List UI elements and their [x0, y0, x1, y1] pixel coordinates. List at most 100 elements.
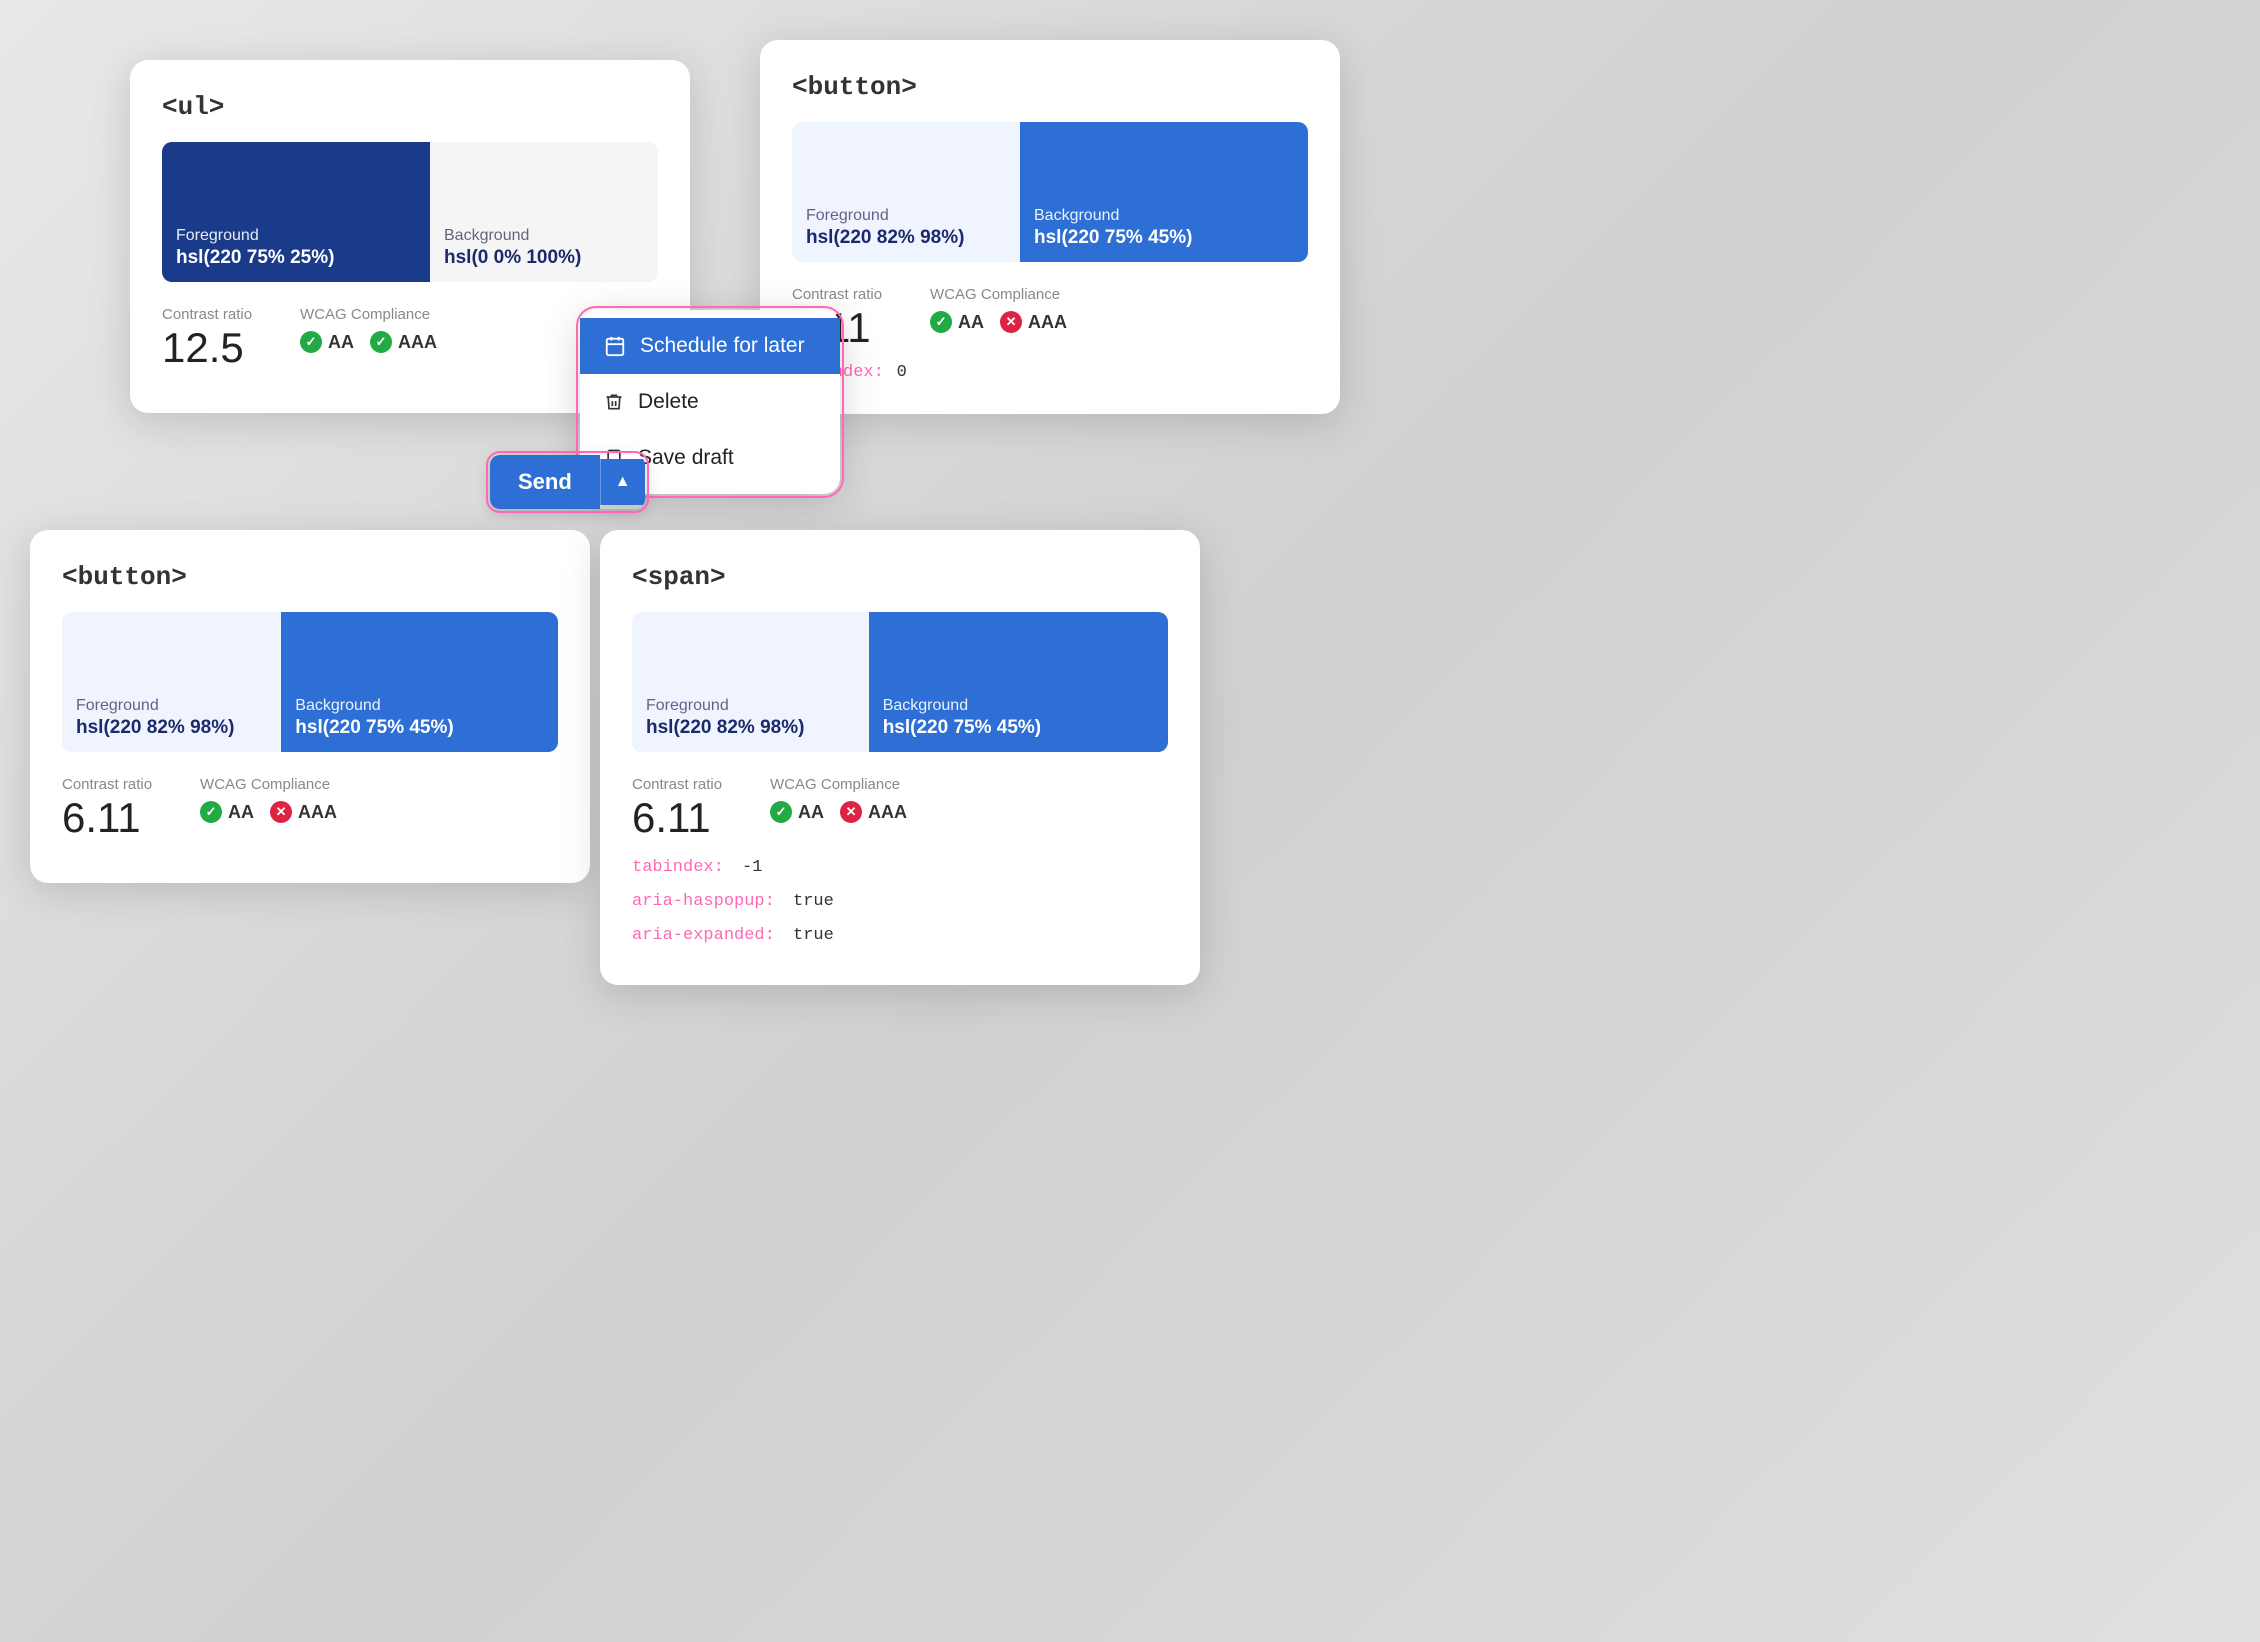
wcag-label-ul: WCAG Compliance: [300, 306, 437, 323]
contrast-value-span-br: 6.11: [632, 797, 722, 839]
fg-value-btn-bl: hsl(220 82% 98%): [76, 717, 267, 740]
trash-icon: [604, 392, 624, 412]
bg-label-btn-top: Background: [1034, 206, 1294, 227]
foreground-swatch-ul: Foreground hsl(220 75% 25%): [162, 142, 430, 282]
color-swatches-span-br: Foreground hsl(220 82% 98%) Background h…: [632, 612, 1168, 752]
tabindex-key-span-br: tabindex:: [632, 858, 724, 877]
foreground-swatch-btn-bl: Foreground hsl(220 82% 98%): [62, 612, 281, 752]
schedule-label: Schedule for later: [640, 334, 805, 358]
tabindex-val-btn-top: 0: [897, 363, 907, 382]
bg-value-span-br: hsl(220 75% 45%): [883, 717, 1154, 740]
card-button-bl-title: <button>: [62, 562, 558, 592]
card-button-top-title: <button>: [792, 72, 1308, 102]
contrast-label-ul: Contrast ratio: [162, 306, 252, 323]
aaa-label-btn-bl: AAA: [298, 802, 337, 823]
metrics-btn-top: Contrast ratio 6.11 WCAG Compliance ✓ AA…: [792, 286, 1308, 349]
fg-label-span-br: Foreground: [646, 696, 855, 717]
color-swatches-ul: Foreground hsl(220 75% 25%) Background h…: [162, 142, 658, 282]
aaa-badge-ul: ✓ AAA: [370, 331, 437, 353]
aaa-icon-btn-bl: ✕: [270, 801, 292, 823]
bg-label-span-br: Background: [883, 696, 1154, 717]
bg-value-btn-bl: hsl(220 75% 45%): [295, 717, 544, 740]
card-span-br-title: <span>: [632, 562, 1168, 592]
aaa-badge-btn-top: ✕ AAA: [1000, 311, 1067, 333]
foreground-swatch-btn-top: Foreground hsl(220 82% 98%): [792, 122, 1020, 262]
wcag-group-ul: WCAG Compliance ✓ AA ✓ AAA: [300, 306, 437, 353]
background-swatch-btn-bl: Background hsl(220 75% 45%): [281, 612, 558, 752]
dropdown-item-delete[interactable]: Delete: [580, 374, 840, 430]
bg-label-ul: Background: [444, 226, 644, 247]
aaa-badge-btn-bl: ✕ AAA: [270, 801, 337, 823]
tabindex-val-span-br: -1: [742, 858, 762, 877]
metrics-span-br: Contrast ratio 6.11 WCAG Compliance ✓ AA…: [632, 776, 1168, 839]
aaa-badge-span-br: ✕ AAA: [840, 801, 907, 823]
send-main-button[interactable]: Send: [490, 455, 600, 509]
aria-info-span-br: tabindex: -1 aria-haspopup: true aria-ex…: [632, 851, 1168, 953]
wcag-badges-ul: ✓ AA ✓ AAA: [300, 331, 437, 353]
contrast-label-btn-top: Contrast ratio: [792, 286, 882, 303]
aa-label-btn-top: AA: [958, 312, 984, 333]
wcag-badges-btn-bl: ✓ AA ✕ AAA: [200, 801, 337, 823]
fg-label-btn-bl: Foreground: [76, 696, 267, 717]
send-chevron-button[interactable]: ▲: [600, 459, 645, 505]
card-button-top: <button> Foreground hsl(220 82% 98%) Bac…: [760, 40, 1340, 414]
fg-value-ul: hsl(220 75% 25%): [176, 247, 416, 270]
wcag-label-span-br: WCAG Compliance: [770, 776, 907, 793]
aa-label-span-br: AA: [798, 802, 824, 823]
aa-label-btn-bl: AA: [228, 802, 254, 823]
color-swatches-btn-top: Foreground hsl(220 82% 98%) Background h…: [792, 122, 1308, 262]
contrast-label-span-br: Contrast ratio: [632, 776, 722, 793]
aa-icon-btn-top: ✓: [930, 311, 952, 333]
contrast-value-btn-bl: 6.11: [62, 797, 152, 839]
aa-icon-btn-bl: ✓: [200, 801, 222, 823]
aa-icon-span-br: ✓: [770, 801, 792, 823]
dropdown-item-schedule[interactable]: Schedule for later: [580, 318, 840, 374]
aaa-icon-ul: ✓: [370, 331, 392, 353]
aa-badge-btn-top: ✓ AA: [930, 311, 984, 333]
fg-label-ul: Foreground: [176, 226, 416, 247]
aa-label-ul: AA: [328, 332, 354, 353]
metrics-btn-bl: Contrast ratio 6.11 WCAG Compliance ✓ AA…: [62, 776, 558, 839]
fg-value-span-br: hsl(220 82% 98%): [646, 717, 855, 740]
aria-expanded-row-span-br: aria-expanded: true: [632, 919, 1168, 953]
aaa-icon-btn-top: ✕: [1000, 311, 1022, 333]
color-swatches-btn-bl: Foreground hsl(220 82% 98%) Background h…: [62, 612, 558, 752]
background-swatch-btn-top: Background hsl(220 75% 45%): [1020, 122, 1308, 262]
aaa-label-ul: AAA: [398, 332, 437, 353]
send-button-container[interactable]: Send ▲: [490, 455, 645, 509]
wcag-group-span-br: WCAG Compliance ✓ AA ✕ AAA: [770, 776, 907, 823]
wcag-badges-btn-top: ✓ AA ✕ AAA: [930, 311, 1067, 333]
aa-badge-btn-bl: ✓ AA: [200, 801, 254, 823]
aaa-icon-span-br: ✕: [840, 801, 862, 823]
bg-label-btn-bl: Background: [295, 696, 544, 717]
bg-value-ul: hsl(0 0% 100%): [444, 247, 644, 270]
background-swatch-span-br: Background hsl(220 75% 45%): [869, 612, 1168, 752]
wcag-label-btn-bl: WCAG Compliance: [200, 776, 337, 793]
contrast-value-ul: 12.5: [162, 327, 252, 369]
save-draft-label: Save draft: [638, 446, 734, 470]
wcag-group-btn-bl: WCAG Compliance ✓ AA ✕ AAA: [200, 776, 337, 823]
aa-badge-ul: ✓ AA: [300, 331, 354, 353]
aria-haspopup-row-span-br: aria-haspopup: true: [632, 885, 1168, 919]
foreground-swatch-span-br: Foreground hsl(220 82% 98%): [632, 612, 869, 752]
aria-haspopup-key-span-br: aria-haspopup:: [632, 892, 775, 911]
contrast-group-ul: Contrast ratio 12.5: [162, 306, 252, 369]
fg-value-btn-top: hsl(220 82% 98%): [806, 227, 1006, 250]
aria-expanded-key-span-br: aria-expanded:: [632, 926, 775, 945]
tabindex-row-span-br: tabindex: -1: [632, 851, 1168, 885]
background-swatch-ul: Background hsl(0 0% 100%): [430, 142, 658, 282]
contrast-group-btn-bl: Contrast ratio 6.11: [62, 776, 152, 839]
card-button-bottom-left: <button> Foreground hsl(220 82% 98%) Bac…: [30, 530, 590, 883]
wcag-badges-span-br: ✓ AA ✕ AAA: [770, 801, 907, 823]
aaa-label-span-br: AAA: [868, 802, 907, 823]
aa-icon-ul: ✓: [300, 331, 322, 353]
card-span-bottom-right: <span> Foreground hsl(220 82% 98%) Backg…: [600, 530, 1200, 985]
aria-haspopup-val-span-br: true: [793, 892, 834, 911]
aria-expanded-val-span-br: true: [793, 926, 834, 945]
fg-label-btn-top: Foreground: [806, 206, 1006, 227]
contrast-label-btn-bl: Contrast ratio: [62, 776, 152, 793]
wcag-group-btn-top: WCAG Compliance ✓ AA ✕ AAA: [930, 286, 1067, 333]
bg-value-btn-top: hsl(220 75% 45%): [1034, 227, 1294, 250]
aa-badge-span-br: ✓ AA: [770, 801, 824, 823]
tabindex-row-btn-top: tabindex: 0: [792, 361, 1308, 382]
